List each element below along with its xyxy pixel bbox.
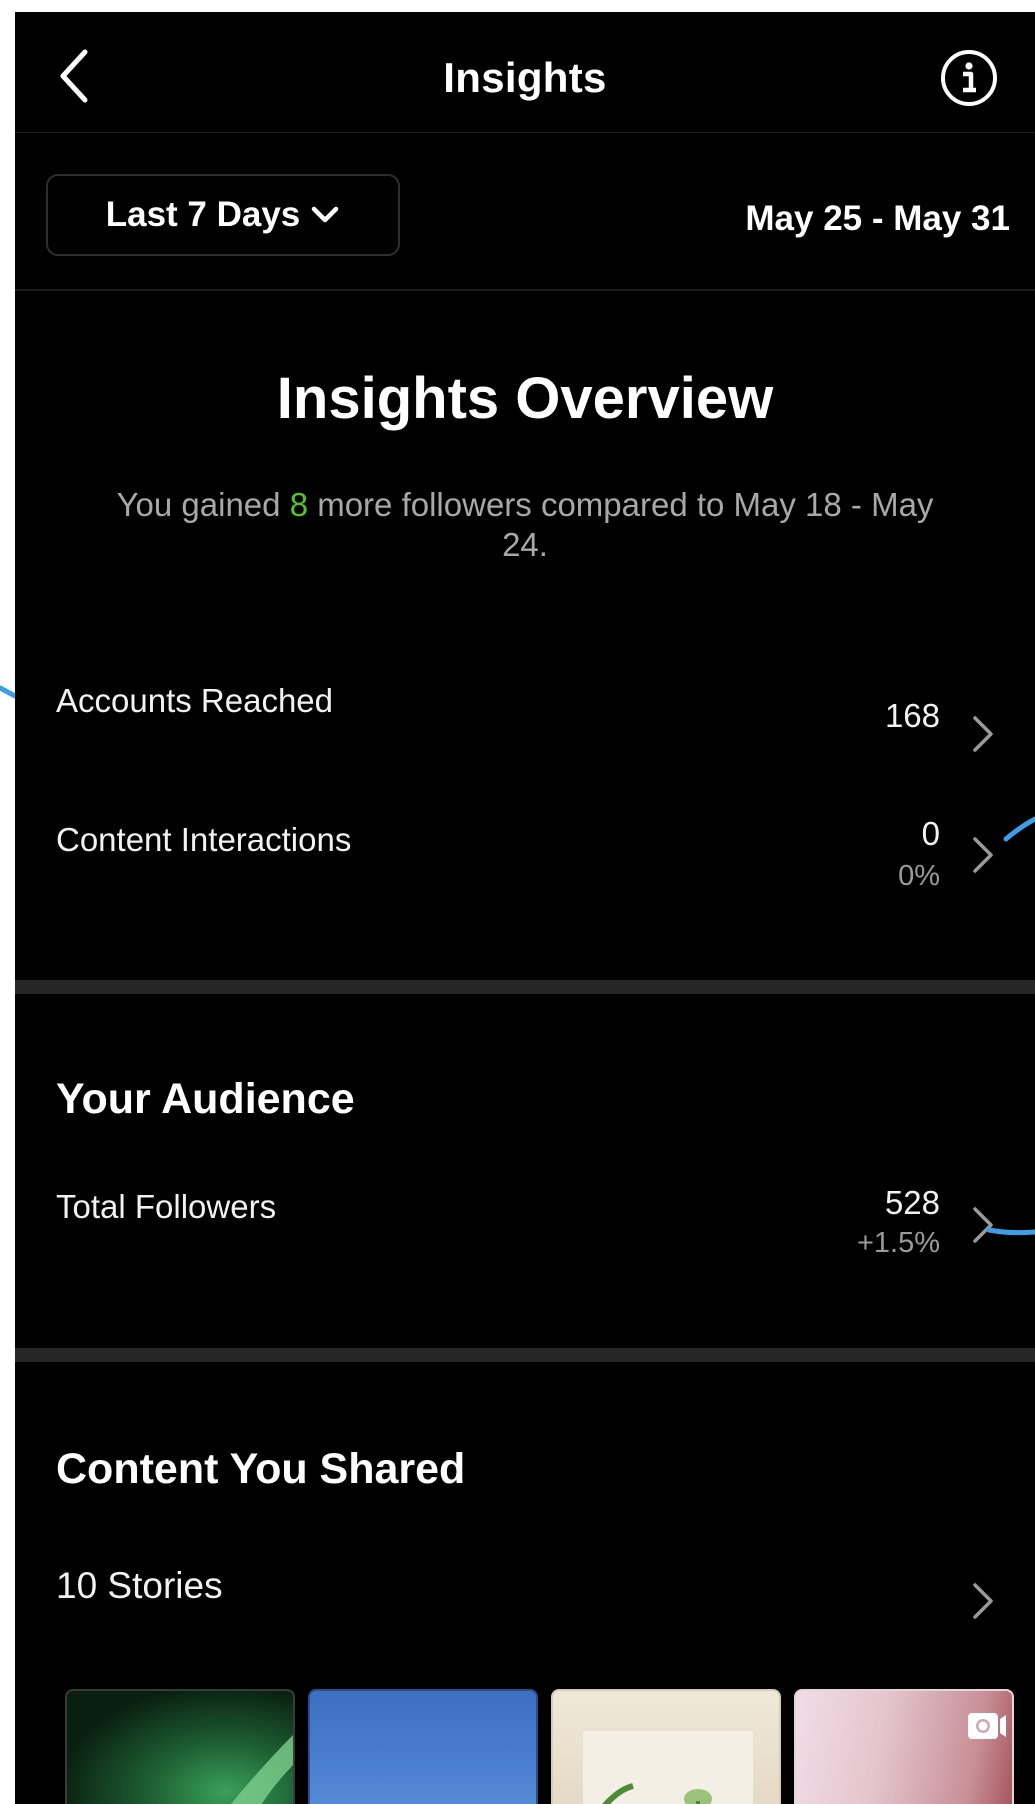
period-label: Last 7 Days: [105, 195, 301, 234]
section-divider: [15, 980, 1035, 994]
chevron-right-icon[interactable]: [970, 714, 996, 754]
chevron-down-icon: [312, 206, 339, 223]
period-dropdown[interactable]: Last 7 Days: [46, 174, 400, 256]
accounts-reached-label: Accounts Reached: [56, 682, 334, 719]
overview-subtitle: You gained 8 more followers compared to …: [115, 485, 935, 565]
story-thumbnail[interactable]: [308, 1689, 538, 1804]
stories-label: 10 Stories: [56, 1565, 223, 1606]
top-bar: Insights: [15, 12, 1035, 133]
content-interactions-change: 0%: [898, 860, 940, 892]
subtitle-prefix: You gained: [116, 486, 290, 523]
section-divider: [15, 1348, 1035, 1362]
phone-screen: Insights Last 7 Days May 25 - May 31 Ins…: [15, 12, 1035, 1804]
chevron-right-icon[interactable]: [970, 1581, 996, 1621]
info-button[interactable]: [939, 48, 999, 108]
story-thumbnail[interactable]: [551, 1689, 781, 1804]
page-title: Insights: [443, 54, 607, 101]
total-followers-value: 528: [884, 1184, 940, 1221]
annotation-line-right-top: [1003, 816, 1035, 842]
camera-icon: [968, 1713, 1006, 1739]
story-thumbnails: [65, 1689, 1025, 1804]
content-title: Content You Shared: [56, 1445, 466, 1493]
chevron-right-icon[interactable]: [970, 835, 996, 875]
audience-title: Your Audience: [56, 1075, 355, 1123]
accounts-reached-value: 168: [884, 697, 940, 734]
content-interactions-label: Content Interactions: [56, 821, 352, 858]
followers-gained-count: 8: [289, 486, 309, 523]
leaf-image: [230, 1735, 293, 1804]
annotation-line-right-bottom: [986, 1227, 1035, 1236]
subtitle-suffix: more followers compared to May 18 - May …: [308, 486, 934, 563]
total-followers-change: +1.5%: [856, 1227, 940, 1259]
info-circle-icon: [941, 50, 997, 106]
story-thumbnail[interactable]: [794, 1689, 1014, 1804]
filter-row: Last 7 Days May 25 - May 31: [15, 133, 1035, 291]
content-interactions-value: 0: [921, 815, 940, 852]
overview-title: Insights Overview: [276, 366, 774, 431]
story-thumbnail[interactable]: [65, 1689, 295, 1804]
plant-image: [583, 1731, 753, 1804]
date-range: May 25 - May 31: [745, 199, 1010, 238]
total-followers-label: Total Followers: [56, 1188, 277, 1225]
